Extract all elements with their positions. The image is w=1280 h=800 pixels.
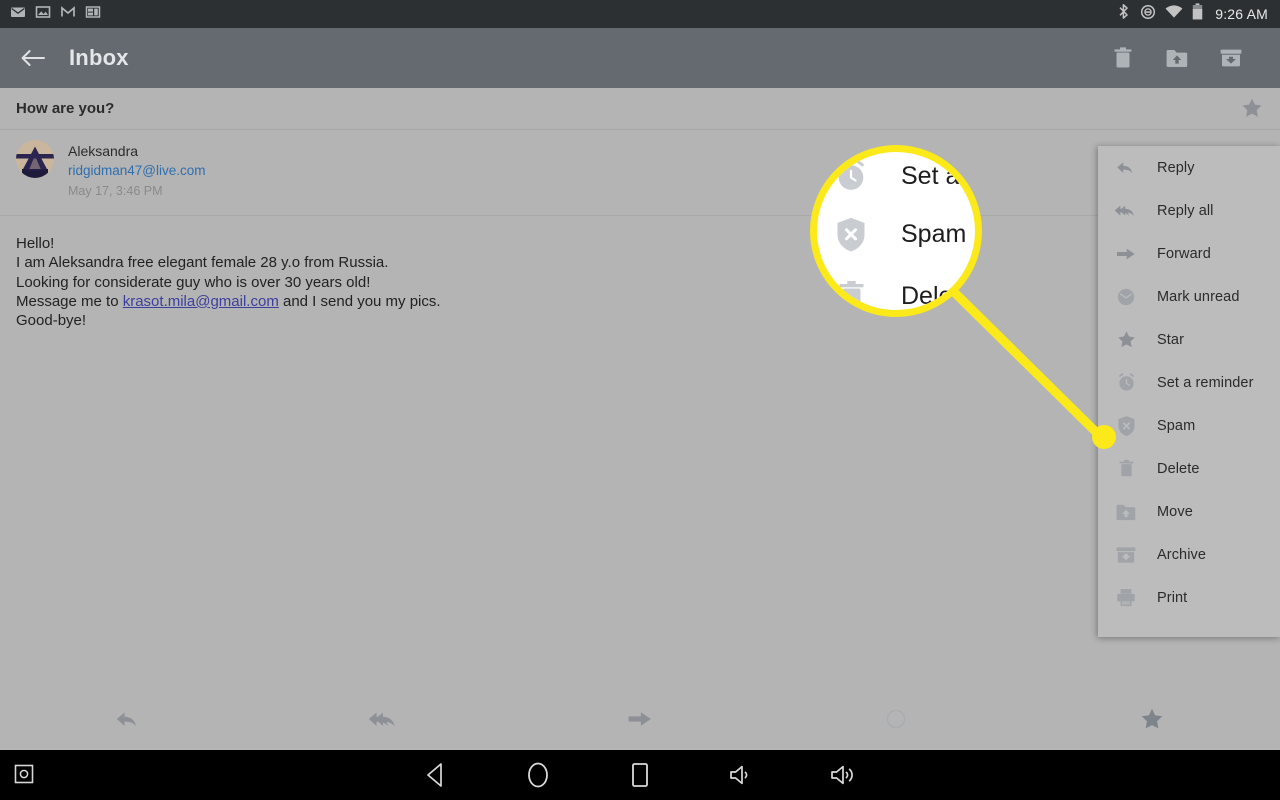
menu-item-forward[interactable]: Forward	[1098, 232, 1280, 275]
battery-icon	[1192, 3, 1203, 25]
menu-item-label: Print	[1157, 589, 1188, 606]
body-line-with-link: Message me to krasot.mila@gmail.com and …	[16, 292, 1264, 311]
avatar	[16, 140, 54, 178]
widget-icon	[85, 4, 101, 25]
archive-button[interactable]	[1216, 43, 1246, 73]
reply-all-icon	[1114, 199, 1138, 223]
menu-item-print[interactable]: Print	[1098, 576, 1280, 619]
forward-button[interactable]	[512, 708, 768, 730]
android-nav-bar	[0, 750, 1280, 800]
mail-body: Hello! I am Aleksandra free elegant fema…	[0, 216, 1280, 330]
reply-button[interactable]	[0, 707, 256, 731]
subject-text: How are you?	[16, 100, 115, 117]
menu-item-delete[interactable]: Delete	[1098, 447, 1280, 490]
trash-icon	[833, 278, 869, 310]
volume-down-button[interactable]	[726, 759, 758, 791]
bottom-action-bar	[0, 688, 1280, 750]
dnd-icon	[1140, 4, 1156, 25]
image-icon	[35, 4, 51, 25]
toolbar-actions	[1108, 43, 1280, 73]
mail-content: How are you? Aleksandra ridgidman47@live…	[0, 88, 1280, 688]
magnified-item-delete: Delet	[833, 278, 960, 310]
menu-item-mark-unread[interactable]: Mark unread	[1098, 275, 1280, 318]
star-icon	[1114, 328, 1138, 352]
context-menu: Reply Reply all Forward Mark unread Star	[1098, 146, 1280, 637]
bluetooth-icon	[1116, 3, 1131, 25]
home-nav-button[interactable]	[522, 759, 554, 791]
folder-up-icon	[1114, 500, 1138, 524]
menu-item-label: Forward	[1157, 245, 1211, 262]
menu-item-label: Mark unread	[1157, 288, 1240, 305]
back-nav-button[interactable]	[420, 759, 452, 791]
star-button[interactable]	[1024, 706, 1280, 732]
shield-x-icon	[1114, 414, 1138, 438]
reply-icon	[1114, 156, 1138, 180]
menu-item-archive[interactable]: Archive	[1098, 533, 1280, 576]
menu-item-reply-all[interactable]: Reply all	[1098, 189, 1280, 232]
sender-row: Aleksandra ridgidman47@live.com May 17, …	[0, 130, 1280, 216]
menu-item-set-a-reminder[interactable]: Set a reminder	[1098, 361, 1280, 404]
delete-button[interactable]	[1108, 43, 1138, 73]
shield-x-icon	[833, 216, 869, 252]
menu-item-label: Archive	[1157, 546, 1207, 563]
magnifier-content: Set a r Spam Delet	[817, 152, 975, 310]
star-icon[interactable]	[1240, 96, 1264, 125]
magnified-item-label: Set a r	[901, 161, 975, 190]
menu-item-label: Reply	[1157, 159, 1195, 176]
mark-unread-button[interactable]	[768, 708, 1024, 730]
recents-nav-button[interactable]	[624, 759, 656, 791]
back-arrow-icon[interactable]	[16, 41, 50, 75]
body-line: Hello!	[16, 235, 55, 252]
menu-item-label: Set a reminder	[1157, 374, 1254, 391]
magnified-item-label: Spam	[901, 219, 967, 248]
android-status-bar: 9:26 AM	[0, 0, 1280, 28]
magnified-item-set-a-reminder: Set a r	[833, 158, 975, 194]
page-title: Inbox	[69, 45, 129, 70]
body-line: Good-bye!	[16, 312, 87, 330]
alarm-clock-icon	[833, 158, 869, 194]
screen-root: 9:26 AM Inbox How are you? Aleksandra ri…	[0, 0, 1280, 800]
email-link[interactable]: krasot.mila@gmail.com	[123, 293, 279, 310]
menu-item-label: Delete	[1157, 460, 1200, 477]
move-button[interactable]	[1162, 43, 1192, 73]
magnifier-callout: Set a r Spam Delet	[810, 145, 982, 317]
sender-meta: Aleksandra ridgidman47@live.com May 17, …	[0, 142, 1280, 201]
menu-item-label: Move	[1157, 503, 1193, 520]
body-link-prefix: Message me to	[16, 292, 123, 310]
alarm-clock-icon	[1114, 371, 1138, 395]
body-link-suffix: and I send you my pics.	[278, 292, 441, 310]
menu-item-reply[interactable]: Reply	[1098, 146, 1280, 189]
nav-button-group	[0, 750, 1280, 800]
menu-item-star[interactable]: Star	[1098, 318, 1280, 361]
menu-item-label: Reply all	[1157, 202, 1214, 219]
menu-item-label: Star	[1157, 331, 1184, 348]
volume-up-button[interactable]	[828, 759, 860, 791]
status-bar-notifications	[0, 4, 101, 25]
menu-item-label: Spam	[1157, 417, 1196, 434]
menu-item-move[interactable]: Move	[1098, 490, 1280, 533]
magnified-item-label: Delet	[901, 281, 960, 310]
gmail-icon	[60, 4, 76, 25]
archive-icon	[1114, 543, 1138, 567]
magnified-item-spam: Spam	[833, 216, 966, 252]
wifi-icon	[1165, 4, 1183, 24]
trash-icon	[1114, 457, 1138, 481]
mail-icon	[10, 4, 26, 25]
circle-icon	[1114, 285, 1138, 309]
status-bar-system-icons: 9:26 AM	[1116, 3, 1280, 25]
subject-row: How are you?	[0, 88, 1280, 130]
forward-icon	[1114, 242, 1138, 266]
status-bar-clock: 9:26 AM	[1215, 6, 1268, 22]
body-line: I am Aleksandra free elegant female 28 y…	[16, 254, 389, 272]
body-line: Looking for considerate guy who is over …	[16, 273, 371, 291]
printer-icon	[1114, 586, 1138, 610]
reply-all-button[interactable]	[256, 707, 512, 731]
menu-item-spam[interactable]: Spam	[1098, 404, 1280, 447]
app-toolbar: Inbox	[0, 28, 1280, 88]
